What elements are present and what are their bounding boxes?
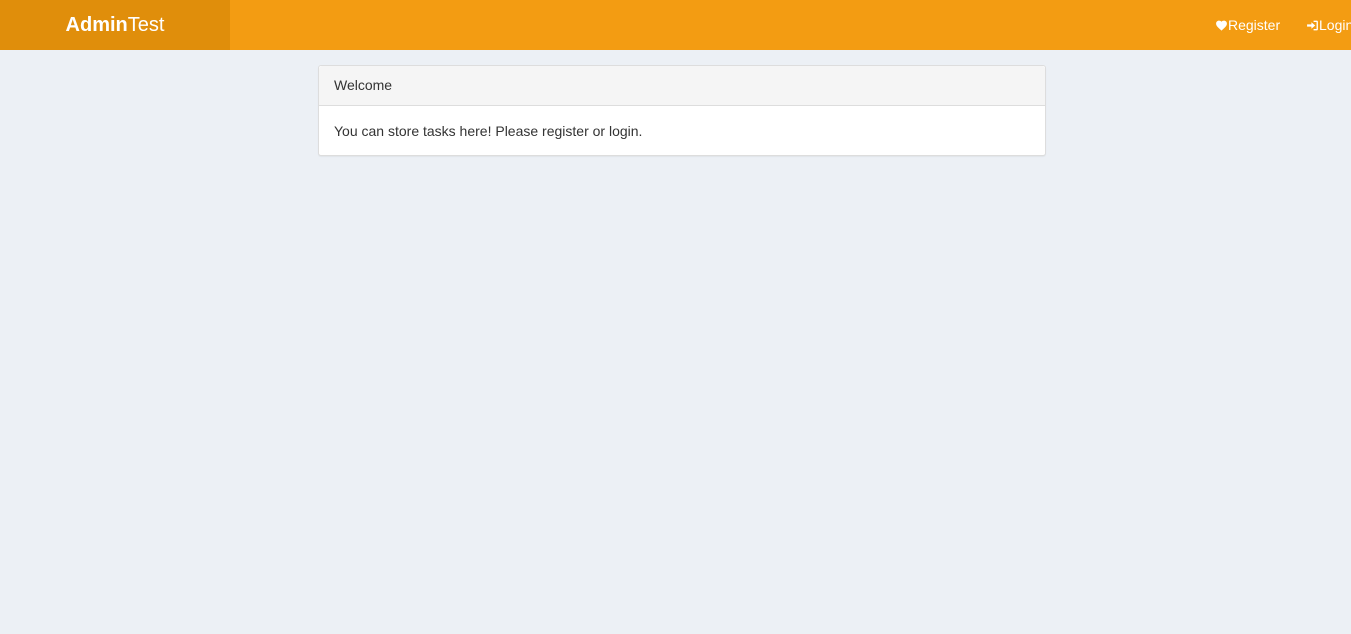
login-label: Login [1319, 17, 1351, 33]
register-link[interactable]: Register [1215, 0, 1280, 50]
panel-heading: Welcome [319, 66, 1045, 106]
welcome-panel: Welcome You can store tasks here! Please… [318, 65, 1046, 156]
sign-in-icon [1307, 20, 1318, 30]
heart-icon [1216, 20, 1227, 31]
top-navbar: AdminTest Register Login [0, 0, 1351, 50]
app-logo[interactable]: AdminTest [0, 0, 230, 50]
register-label: Register [1228, 17, 1281, 33]
panel-body-text: You can store tasks here! Please registe… [334, 123, 643, 139]
logo-bold-text: Admin [65, 14, 128, 36]
login-link[interactable]: Login [1306, 0, 1351, 50]
logo-light-text: Test [127, 14, 165, 36]
